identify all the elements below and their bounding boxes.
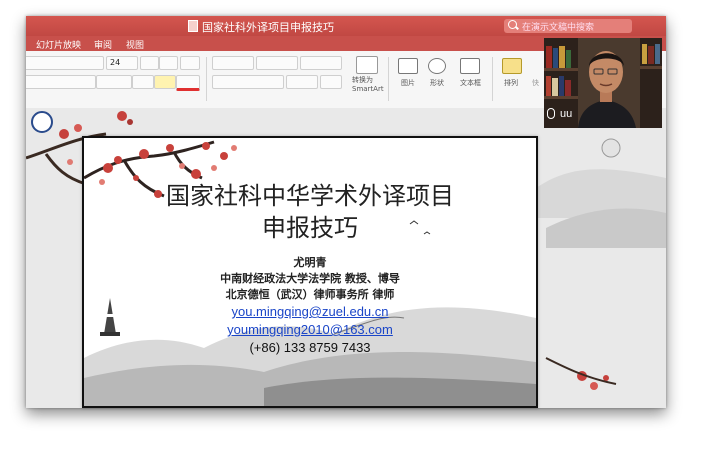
participant-name: uu <box>560 108 573 120</box>
align-buttons[interactable] <box>212 75 284 89</box>
highlight-color-button[interactable] <box>154 75 176 89</box>
convert-smartart-label[interactable]: 转换为 SmartArt <box>352 76 384 94</box>
tab-view[interactable]: 视图 <box>126 38 144 51</box>
window-title: 国家社科外译项目申报技巧 <box>188 19 334 35</box>
ribbon-separator <box>206 57 207 101</box>
search-placeholder: 在演示文稿中搜索 <box>522 23 595 33</box>
bullets-button[interactable] <box>212 56 254 70</box>
search-box[interactable]: 在演示文稿中搜索 <box>504 19 632 33</box>
text-direction-button[interactable] <box>320 75 342 89</box>
affiliation-law-firm: 北京德恒（武汉）律师事务所 律师 <box>225 288 395 301</box>
quick-styles-label[interactable]: 快 <box>532 78 539 88</box>
picture-label[interactable]: 图片 <box>401 78 415 88</box>
tab-review[interactable]: 审阅 <box>94 38 112 51</box>
affiliation-university: 中南财经政法大学法学院 教授、博导 <box>220 272 400 285</box>
grow-font-button[interactable] <box>140 56 159 70</box>
tab-slideshow[interactable]: 幻灯片放映 <box>36 38 81 51</box>
font-size-box[interactable]: 24 <box>106 56 138 70</box>
document-icon <box>188 20 198 32</box>
arrange-label[interactable]: 排列 <box>504 78 518 88</box>
title-bar: 国家社科外译项目申报技巧 在演示文稿中搜索 <box>26 16 666 36</box>
columns-button[interactable] <box>286 75 318 89</box>
smartart-icon[interactable] <box>356 56 378 74</box>
slide-title-line-1: 国家社科中华学术外译项目 <box>166 182 454 210</box>
ribbon-separator <box>492 57 493 101</box>
subscript-group[interactable] <box>96 75 132 89</box>
shape-label[interactable]: 形状 <box>430 78 444 88</box>
arrange-icon[interactable] <box>502 58 522 74</box>
presenter-name: 尤明青 <box>293 256 327 269</box>
indent-buttons[interactable] <box>256 56 298 70</box>
phone-number: (+86) 133 8759 7433 <box>249 340 371 355</box>
textbox-label[interactable]: 文本框 <box>460 78 481 88</box>
email-link-1[interactable]: you.mingqing@zuel.edu.cn <box>84 304 536 319</box>
search-icon <box>508 20 517 29</box>
slide: 国家社科中华学术外译项目 申报技巧 尤明青 中南财经政法大学法学院 教授、博导 … <box>82 136 538 408</box>
textbox-icon[interactable] <box>460 58 480 74</box>
clear-format-button[interactable] <box>180 56 200 70</box>
line-spacing-button[interactable] <box>300 56 342 70</box>
ribbon-separator <box>388 57 389 101</box>
picture-icon[interactable] <box>398 58 418 74</box>
email-link-2[interactable]: youmingqing2010@163.com <box>84 322 536 337</box>
font-name-box[interactable] <box>26 56 104 70</box>
bold-italic-group[interactable] <box>26 75 96 89</box>
window-title-text: 国家社科外译项目申报技巧 <box>202 21 334 34</box>
text-effects-button[interactable] <box>132 75 154 89</box>
shrink-font-button[interactable] <box>159 56 178 70</box>
font-color-button[interactable] <box>176 75 200 91</box>
shape-icon[interactable] <box>428 58 446 74</box>
microphone-icon <box>547 108 555 119</box>
font-size-value: 24 <box>110 58 121 67</box>
slide-title-line-2: 申报技巧 <box>262 214 358 242</box>
